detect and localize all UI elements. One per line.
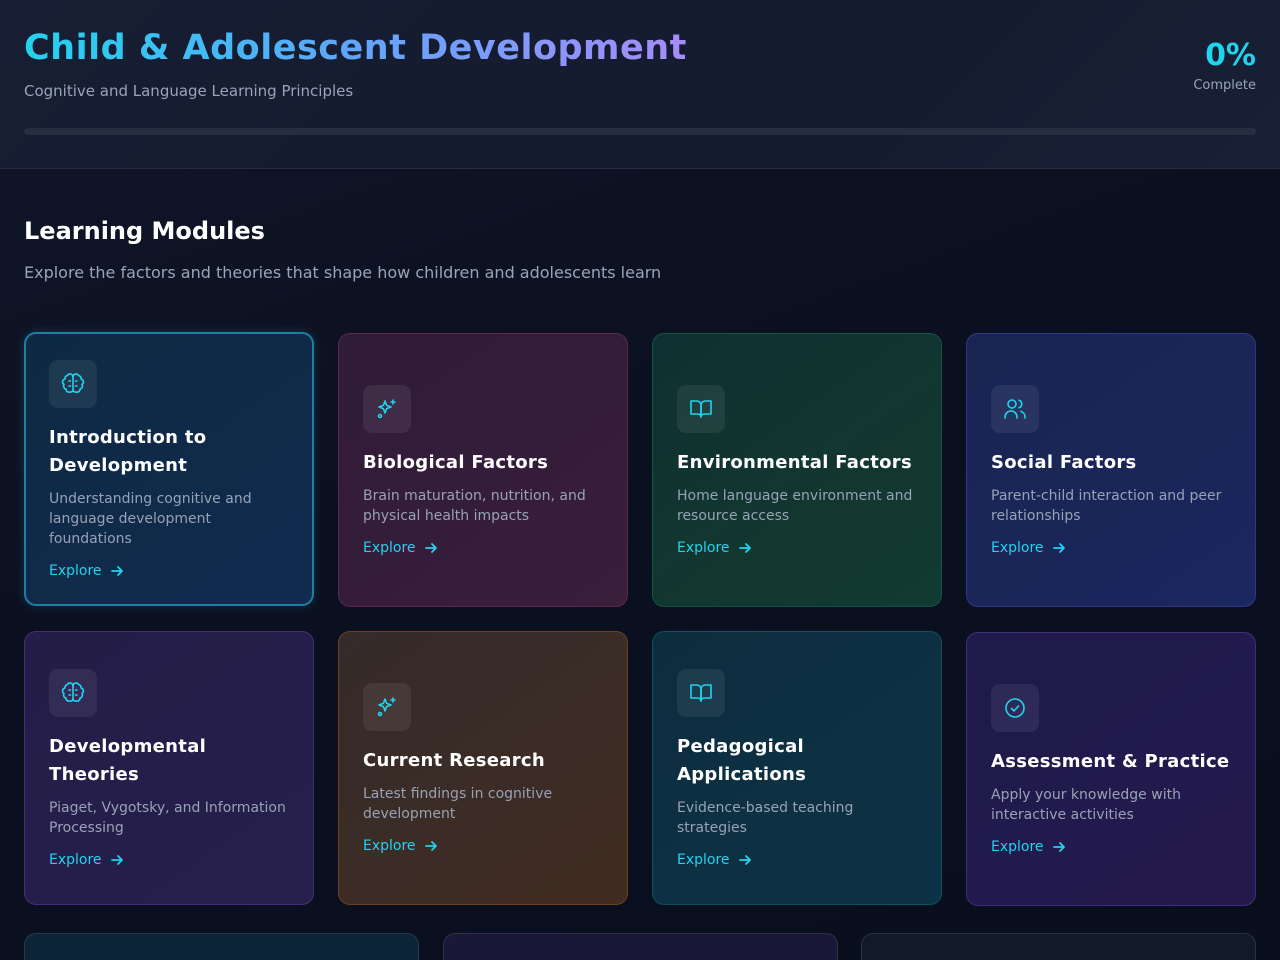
module-description: Parent-child interaction and peer relati… — [991, 487, 1222, 524]
progress-label: Complete — [1193, 78, 1256, 93]
explore-link[interactable]: Explore — [991, 540, 1231, 556]
progress-bar — [24, 128, 1256, 135]
arrow-right-icon — [1052, 841, 1065, 852]
explore-link[interactable]: Explore — [363, 540, 603, 556]
module-description: Latest findings in cognitive development — [363, 785, 553, 822]
module-description: Evidence-based teaching strategies — [677, 799, 854, 836]
arrow-right-icon — [424, 542, 437, 553]
module-title: Current Research — [363, 749, 545, 771]
module-title: Biological Factors — [363, 451, 549, 473]
module-description: Understanding cognitive and language dev… — [49, 490, 252, 547]
explore-link[interactable]: Explore — [49, 563, 289, 579]
book-open-icon — [677, 384, 725, 433]
module-card-introduction[interactable]: Introduction to Development Understandin… — [24, 332, 314, 606]
arrow-right-icon — [424, 840, 437, 851]
sparkles-icon — [363, 384, 411, 433]
check-circle-icon — [991, 683, 1039, 732]
module-card-research[interactable]: Current Research Latest findings in cogn… — [338, 631, 628, 905]
module-card-social[interactable]: Social Factors Parent-child interaction … — [966, 333, 1256, 607]
module-card-theories[interactable]: Developmental Theories Piaget, Vygotsky,… — [24, 631, 314, 905]
arrow-right-icon — [738, 854, 751, 865]
section-title: Learning Modules — [24, 217, 265, 245]
module-card-biological[interactable]: Biological Factors Brain maturation, nut… — [338, 333, 628, 607]
section-subtitle: Explore the factors and theories that sh… — [24, 263, 662, 282]
brain-icon — [49, 359, 97, 408]
module-description: Home language environment and resource a… — [677, 487, 913, 524]
module-title: Pedagogical Applications — [677, 735, 807, 785]
app-title: Child & Adolescent Development — [24, 28, 687, 68]
arrow-right-icon — [738, 542, 751, 553]
module-card-pedagogical[interactable]: Pedagogical Applications Evidence-based … — [652, 631, 942, 905]
module-title: Environmental Factors — [677, 451, 912, 473]
bottom-card-2[interactable] — [443, 933, 838, 960]
explore-link[interactable]: Explore — [677, 540, 917, 556]
bottom-card-3[interactable] — [861, 933, 1256, 960]
module-description: Piaget, Vygotsky, and Information Proces… — [49, 799, 286, 836]
explore-link[interactable]: Explore — [363, 838, 603, 854]
explore-link[interactable]: Explore — [49, 852, 289, 868]
module-card-assessment[interactable]: Assessment & Practice Apply your knowled… — [966, 632, 1256, 906]
arrow-right-icon — [110, 565, 123, 576]
module-title: Assessment & Practice — [991, 750, 1230, 772]
explore-link[interactable]: Explore — [677, 852, 917, 868]
module-card-environmental[interactable]: Environmental Factors Home language envi… — [652, 333, 942, 607]
explore-link[interactable]: Explore — [991, 839, 1231, 855]
app-subtitle: Cognitive and Language Learning Principl… — [24, 82, 354, 100]
progress-percentage: 0% — [1205, 38, 1256, 73]
book-open-icon — [677, 668, 725, 717]
arrow-right-icon — [1052, 542, 1065, 553]
header: Child & Adolescent Development Cognitive… — [0, 0, 1280, 169]
module-title: Social Factors — [991, 451, 1137, 473]
module-title: Developmental Theories — [49, 735, 207, 785]
bottom-card-1[interactable] — [24, 933, 419, 960]
brain-icon — [49, 668, 97, 717]
sparkles-icon — [363, 682, 411, 731]
users-icon — [991, 384, 1039, 433]
module-description: Apply your knowledge with interactive ac… — [991, 786, 1181, 823]
module-title: Introduction to Development — [49, 426, 207, 476]
arrow-right-icon — [110, 854, 123, 865]
module-description: Brain maturation, nutrition, and physica… — [363, 487, 586, 524]
